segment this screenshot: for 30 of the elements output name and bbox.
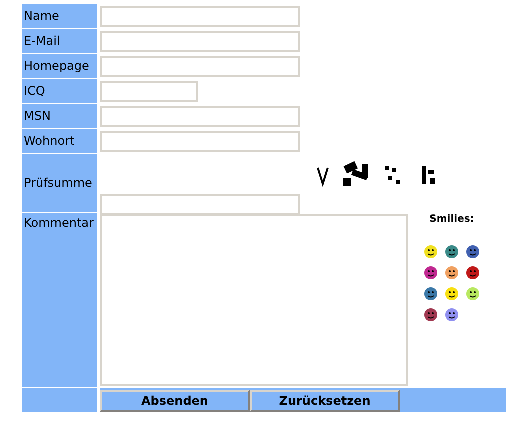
- field-label: MSN: [22, 104, 97, 128]
- field-label: Kommentar: [22, 213, 97, 387]
- field-label: Name: [22, 4, 97, 28]
- smiley-icon[interactable]: [424, 287, 438, 301]
- smiley-icon[interactable]: [445, 266, 459, 280]
- smiley-icon[interactable]: [466, 266, 480, 280]
- field-label: E-Mail: [22, 29, 97, 53]
- comment-field[interactable]: [100, 214, 408, 386]
- input-field[interactable]: [100, 194, 300, 215]
- smilies-title: Smilies:: [430, 214, 474, 225]
- input-field[interactable]: [100, 80, 198, 102]
- smiley-icon[interactable]: [445, 287, 459, 301]
- smiley-icon[interactable]: [445, 245, 459, 259]
- field-label: ICQ: [22, 79, 97, 103]
- smiley-icon[interactable]: [466, 245, 480, 259]
- submit-button[interactable]: Absenden: [100, 390, 250, 412]
- input-field[interactable]: [100, 30, 300, 52]
- input-field[interactable]: [100, 106, 300, 126]
- smiley-icon[interactable]: [466, 287, 480, 301]
- field-label: Prüfsumme: [22, 154, 97, 212]
- field-label: Wohnort: [22, 129, 97, 153]
- reset-button[interactable]: Zurücksetzen: [250, 390, 400, 412]
- smiley-icon[interactable]: [424, 266, 438, 280]
- input-field[interactable]: [100, 6, 300, 26]
- smiley-icon[interactable]: [424, 245, 438, 259]
- field-label: Homepage: [22, 54, 97, 78]
- input-field[interactable]: [100, 130, 300, 152]
- smiley-icon[interactable]: [424, 308, 438, 322]
- smiley-icon[interactable]: [445, 308, 459, 322]
- input-field[interactable]: [100, 56, 300, 76]
